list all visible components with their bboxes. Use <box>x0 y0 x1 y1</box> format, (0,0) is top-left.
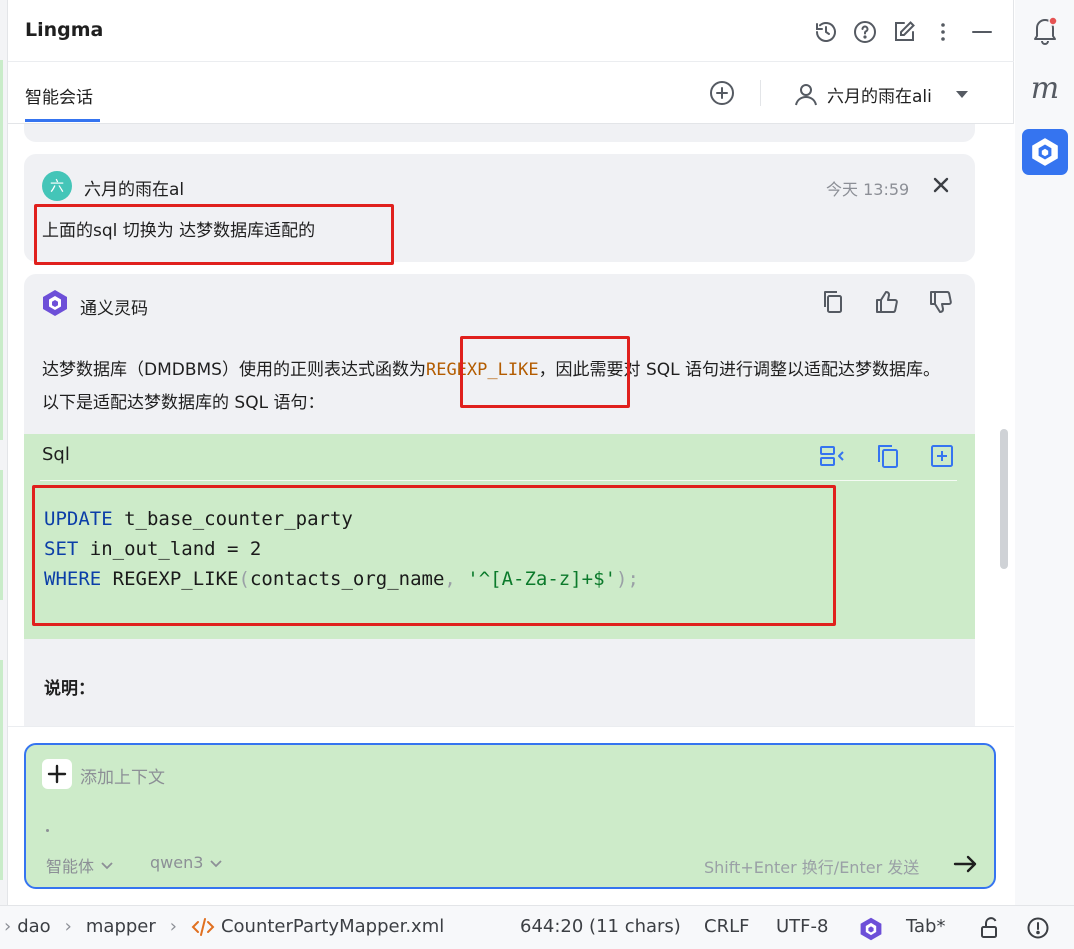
thumbs-up-icon[interactable] <box>874 289 900 315</box>
panel-titlebar: Lingma <box>8 0 1014 62</box>
unlock-icon[interactable] <box>978 916 1002 940</box>
chevron-right-icon: › <box>65 916 72 937</box>
previous-message-bubble <box>24 124 975 142</box>
chevron-down-icon <box>209 856 223 870</box>
sql-function: REGEXP_LIKE <box>101 568 238 590</box>
breadcrumb-item-mapper[interactable]: mapper <box>86 916 156 937</box>
sql-text: in_out_land = 2 <box>78 538 261 560</box>
breadcrumb: › dao › mapper › CounterPartyMapper.xml <box>4 916 444 937</box>
minimize-icon[interactable] <box>969 19 995 45</box>
ai-text-part-1: 达梦数据库（DMDBMS）使用的正则表达式函数为 <box>42 360 426 380</box>
sql-punctuation: , <box>444 568 467 590</box>
user-message-time: 今天 13:59 <box>826 176 909 200</box>
tab-divider <box>760 80 761 106</box>
code-language-label: Sql <box>42 444 70 465</box>
insert-code-icon[interactable] <box>928 442 956 470</box>
code-line-1: UPDATE t_base_counter_party <box>44 504 639 534</box>
caret-down-icon <box>954 86 970 102</box>
inline-code-regexp-like: REGEXP_LIKE <box>426 360 539 380</box>
tab-active-underline <box>25 119 100 122</box>
agent-mode-dropdown[interactable]: 智能体 <box>46 853 114 877</box>
user-account-name: 六月的雨在ali <box>827 82 932 107</box>
user-icon <box>793 81 819 107</box>
notifications-bell-icon[interactable] <box>1029 14 1061 46</box>
user-account-dropdown[interactable]: 六月的雨在ali <box>793 79 970 109</box>
ai-message-author: 通义灵码 <box>80 294 148 319</box>
tab-bar: 智能会话 六月的雨在ali <box>8 62 1014 124</box>
problems-warning-icon[interactable] <box>1026 916 1050 940</box>
panel-title: Lingma <box>25 19 103 41</box>
indent-setting[interactable]: Tab* <box>906 916 945 937</box>
input-cursor-dot <box>46 829 49 832</box>
breadcrumb-item-dao[interactable]: dao <box>17 916 50 937</box>
editor-gutter-strip <box>0 0 8 905</box>
more-options-icon[interactable] <box>930 19 956 45</box>
sql-punctuation: ); <box>616 568 639 590</box>
send-shortcut-hint: Shift+Enter 换行/Enter 发送 <box>704 854 919 878</box>
gutter-change-marker <box>0 60 3 440</box>
new-chat-icon[interactable] <box>708 79 736 107</box>
chat-scrollbar-thumb[interactable] <box>1000 429 1008 569</box>
chat-input-area: 添加上下文 智能体 qwen3 Shift+Enter 换行/Enter 发送 <box>8 726 1014 905</box>
tongyi-lingma-logo-icon <box>40 288 70 318</box>
file-encoding[interactable]: UTF-8 <box>776 916 828 937</box>
delete-message-close-icon[interactable] <box>930 174 952 196</box>
sql-code-lines: UPDATE t_base_counter_partySET in_out_la… <box>44 504 639 594</box>
code-line-3: WHERE REGEXP_LIKE(contacts_org_name, '^[… <box>44 564 639 594</box>
history-icon[interactable] <box>813 19 839 45</box>
code-header-divider <box>40 480 957 481</box>
explanation-heading: 说明： <box>44 674 95 699</box>
ai-message-bubble: 通义灵码 达梦数据库（DMDBMS）使用的正则表达式函数为REGEXP_LIKE… <box>24 274 975 726</box>
help-icon[interactable] <box>852 19 878 45</box>
chevron-right-icon: › <box>4 916 11 937</box>
agent-mode-label: 智能体 <box>46 853 94 877</box>
sql-keyword: SET <box>44 538 78 560</box>
send-arrow-icon[interactable] <box>950 849 980 879</box>
user-message-text: 上面的sql 切换为 达梦数据库适配的 <box>42 216 315 241</box>
breadcrumb-item-file[interactable]: CounterPartyMapper.xml <box>221 916 444 937</box>
chevron-down-icon <box>100 858 114 872</box>
ai-message-paragraph: 达梦数据库（DMDBMS）使用的正则表达式函数为REGEXP_LIKE，因此需要… <box>42 354 952 420</box>
gutter-change-marker <box>0 660 3 880</box>
sql-text: t_base_counter_party <box>113 508 353 530</box>
sql-punctuation: ( <box>238 568 249 590</box>
chevron-right-icon: › <box>170 916 177 937</box>
copy-code-icon[interactable] <box>874 442 902 470</box>
line-separator[interactable]: CRLF <box>704 916 749 937</box>
lingma-panel: Lingma 智能会话 六月的雨在ali 六 <box>8 0 1014 905</box>
user-message-author: 六月的雨在al <box>84 175 184 200</box>
cursor-position[interactable]: 644:20 (11 chars) <box>520 916 681 937</box>
user-avatar: 六 <box>42 171 72 201</box>
lingma-status-icon[interactable] <box>858 916 884 942</box>
model-dropdown[interactable]: qwen3 <box>150 853 223 872</box>
model-label: qwen3 <box>150 853 203 872</box>
add-context-placeholder[interactable]: 添加上下文 <box>80 763 165 788</box>
lingma-tool-window-icon[interactable] <box>1022 129 1068 175</box>
tab-smart-chat[interactable]: 智能会话 <box>25 83 93 108</box>
gutter-change-marker <box>0 470 3 600</box>
chat-input-box[interactable]: 添加上下文 智能体 qwen3 Shift+Enter 换行/Enter 发送 <box>24 743 996 889</box>
sql-keyword: UPDATE <box>44 508 113 530</box>
sql-keyword: WHERE <box>44 568 101 590</box>
add-context-plus-icon[interactable] <box>42 759 72 789</box>
code-line-2: SET in_out_land = 2 <box>44 534 639 564</box>
insert-diff-icon[interactable] <box>818 442 846 470</box>
sql-argument: contacts_org_name <box>250 568 444 590</box>
thumbs-down-icon[interactable] <box>928 289 954 315</box>
sql-string: '^[A-Za-z]+$' <box>467 568 616 590</box>
right-tool-window-bar: m <box>1015 0 1074 905</box>
m-plugin-icon[interactable]: m <box>1029 72 1061 104</box>
edit-icon[interactable] <box>891 19 917 45</box>
chat-scroll-area[interactable]: 六 六月的雨在al 今天 13:59 上面的sql 切换为 达梦数据库适配的 通… <box>8 124 1014 726</box>
xml-file-icon <box>191 917 215 937</box>
sql-code-block: Sql UPDATE t_base_counter_partySET in_ou… <box>24 434 975 639</box>
copy-message-icon[interactable] <box>820 289 846 315</box>
user-message-bubble: 六 六月的雨在al 今天 13:59 上面的sql 切换为 达梦数据库适配的 <box>24 154 975 262</box>
status-bar: › dao › mapper › CounterPartyMapper.xml … <box>0 905 1074 949</box>
